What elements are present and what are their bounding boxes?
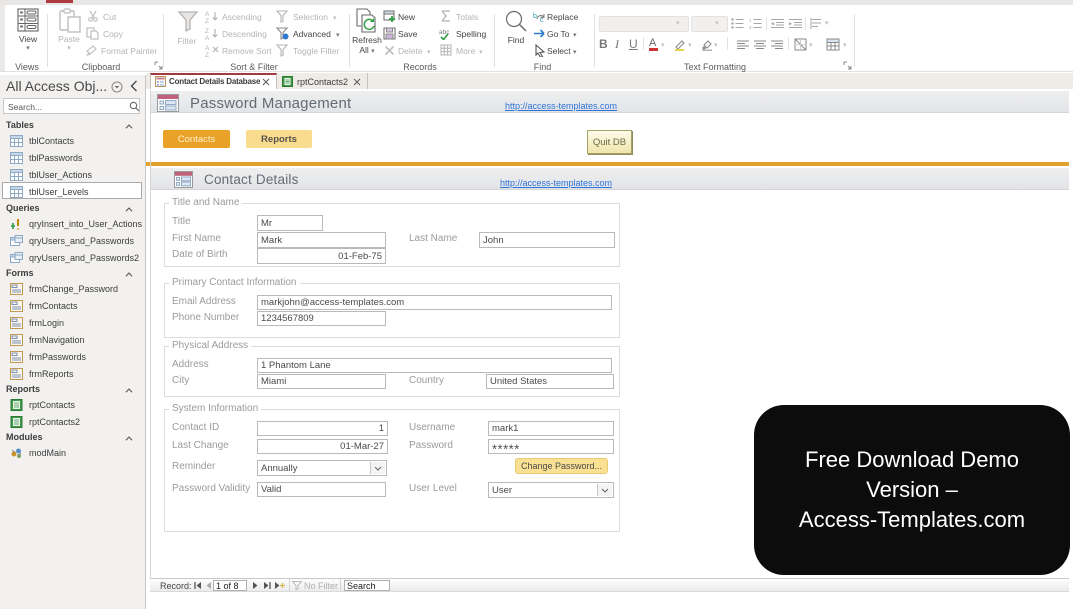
svg-text:A: A bbox=[205, 45, 210, 52]
svg-text:A: A bbox=[205, 35, 210, 40]
svg-text:Z: Z bbox=[205, 28, 209, 35]
svg-text:2: 2 bbox=[749, 25, 752, 29]
svg-text:A: A bbox=[205, 11, 210, 18]
svg-text:abc: abc bbox=[439, 29, 450, 36]
svg-text:1: 1 bbox=[749, 18, 752, 23]
svg-text:b: b bbox=[533, 13, 537, 20]
svg-text:Z: Z bbox=[205, 52, 209, 57]
svg-text:Z: Z bbox=[205, 18, 209, 23]
